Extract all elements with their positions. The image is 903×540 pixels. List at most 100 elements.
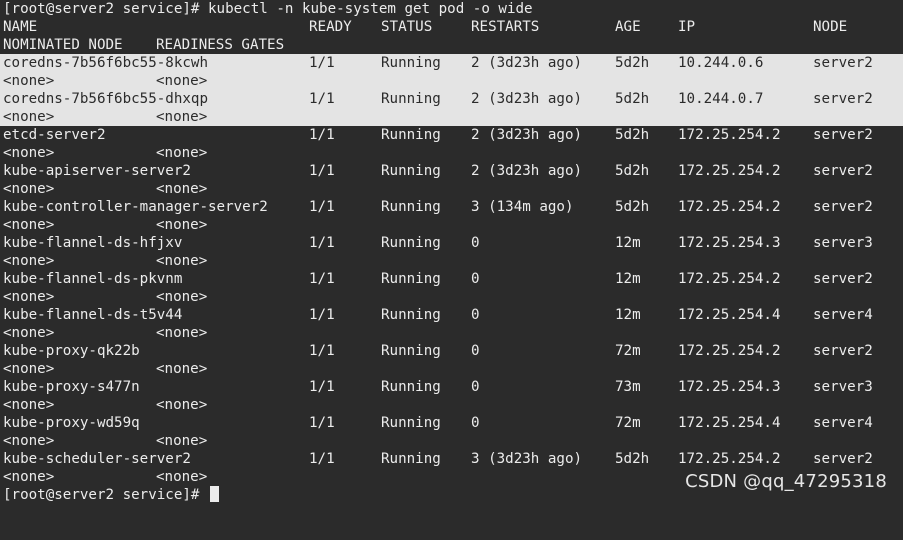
pod-readiness-gates: <none> <box>156 289 208 305</box>
pod-ip: 172.25.254.4 <box>678 415 781 431</box>
table-row-continuation: <none> <none> <box>0 432 903 450</box>
table-row-continuation: <none> <none> <box>0 108 903 126</box>
pod-node: server4 <box>813 307 873 323</box>
pod-ip: 172.25.254.2 <box>678 271 781 287</box>
pod-ready: 1/1 <box>309 127 335 143</box>
pod-ip: 172.25.254.2 <box>678 163 781 179</box>
pod-node: server2 <box>813 55 873 71</box>
table-row: kube-proxy-wd59q 1/1 Running 0 72m 172.25.254… <box>0 414 903 432</box>
pod-name: kube-controller-manager-server2 <box>3 199 268 215</box>
header-ready: READY <box>309 19 352 35</box>
pod-ready: 1/1 <box>309 343 335 359</box>
table-row-continuation: <none> <none> <box>0 252 903 270</box>
pod-name: kube-flannel-ds-hfjxv <box>3 235 183 251</box>
terminal-window[interactable]: [root@server2 service]# kubectl -n kube-… <box>0 0 903 503</box>
pod-status: Running <box>381 235 441 251</box>
pod-nominated-node: <none> <box>3 433 55 449</box>
pod-node: server2 <box>813 163 873 179</box>
pod-ready: 1/1 <box>309 451 335 467</box>
pod-readiness-gates: <none> <box>156 325 208 341</box>
pod-readiness-gates: <none> <box>156 397 208 413</box>
pod-ready: 1/1 <box>309 199 335 215</box>
pod-nominated-node: <none> <box>3 397 55 413</box>
pod-node: server4 <box>813 415 873 431</box>
shell-prompt[interactable]: [root@server2 service]# <box>3 486 220 504</box>
pod-readiness-gates: <none> <box>156 433 208 449</box>
table-row: kube-proxy-s477n 1/1 Running 0 73m 172.25.254… <box>0 378 903 396</box>
pod-node: server2 <box>813 271 873 287</box>
pod-nominated-node: <none> <box>3 109 55 125</box>
header-readiness-gates: READINESS GATES <box>156 37 285 53</box>
table-row: kube-flannel-ds-hfjxv 1/1 Running 0 12m 172.2… <box>0 234 903 252</box>
pod-nominated-node: <none> <box>3 325 55 341</box>
pod-status: Running <box>381 163 441 179</box>
pod-name: kube-scheduler-server2 <box>3 451 191 467</box>
pod-status: Running <box>381 271 441 287</box>
pod-age: 5d2h <box>615 451 650 467</box>
pod-status: Running <box>381 307 441 323</box>
pod-nominated-node: <none> <box>3 145 55 161</box>
pod-status: Running <box>381 451 441 467</box>
pod-age: 5d2h <box>615 91 650 107</box>
pod-readiness-gates: <none> <box>156 145 208 161</box>
pod-restarts: 0 <box>471 379 480 395</box>
pod-status: Running <box>381 91 441 107</box>
pod-restarts: 2 (3d23h ago) <box>471 55 583 71</box>
pod-name: kube-apiserver-server2 <box>3 163 191 179</box>
pod-status: Running <box>381 379 441 395</box>
pod-readiness-gates: <none> <box>156 109 208 125</box>
table-row-continuation: <none> <none> <box>0 360 903 378</box>
pod-node: server2 <box>813 451 873 467</box>
pod-node: server2 <box>813 127 873 143</box>
pod-ip: 172.25.254.2 <box>678 451 781 467</box>
pod-ip: 172.25.254.2 <box>678 199 781 215</box>
pod-name: coredns-7b56f6bc55-dhxqp <box>3 91 208 107</box>
pod-ready: 1/1 <box>309 91 335 107</box>
table-row-continuation: <none> <none> <box>0 216 903 234</box>
pod-ip: 172.25.254.3 <box>678 235 781 251</box>
pod-nominated-node: <none> <box>3 289 55 305</box>
pod-name: kube-flannel-ds-t5v44 <box>3 307 183 323</box>
pod-ip: 172.25.254.2 <box>678 127 781 143</box>
table-header-line-2: NOMINATED NODE READINESS GATES <box>0 36 903 54</box>
pod-name: coredns-7b56f6bc55-8kcwh <box>3 55 208 71</box>
header-node: NODE <box>813 19 848 35</box>
pod-name: kube-proxy-qk22b <box>3 343 140 359</box>
pod-ready: 1/1 <box>309 163 335 179</box>
pod-age: 12m <box>615 307 641 323</box>
pod-ip: 172.25.254.4 <box>678 307 781 323</box>
pod-ip: 10.244.0.7 <box>678 91 764 107</box>
header-status: STATUS <box>381 19 433 35</box>
pod-nominated-node: <none> <box>3 469 55 485</box>
pod-ready: 1/1 <box>309 415 335 431</box>
pod-nominated-node: <none> <box>3 217 55 233</box>
table-row: kube-apiserver-server2 1/1 Running 2 (3d23h… <box>0 162 903 180</box>
header-ip: IP <box>678 19 696 35</box>
pod-readiness-gates: <none> <box>156 217 208 233</box>
pod-status: Running <box>381 127 441 143</box>
table-row: kube-controller-manager-server2 1/1 Runnin… <box>0 198 903 216</box>
table-row-continuation: <none> <none> <box>0 180 903 198</box>
table-row-continuation: <none> <none> <box>0 72 903 90</box>
pod-status: Running <box>381 55 441 71</box>
pod-status: Running <box>381 199 441 215</box>
pod-nominated-node: <none> <box>3 181 55 197</box>
pod-age: 72m <box>615 343 641 359</box>
watermark: CSDN @qq_47295318 <box>685 471 887 492</box>
table-row: coredns-7b56f6bc55-dhxqp 1/1 Running 2 (3d2… <box>0 90 903 108</box>
pod-status: Running <box>381 343 441 359</box>
pod-ready: 1/1 <box>309 271 335 287</box>
pod-restarts: 0 <box>471 415 480 431</box>
pod-restarts: 2 (3d23h ago) <box>471 91 583 107</box>
text-cursor <box>210 486 220 502</box>
pod-node: server3 <box>813 235 873 251</box>
pod-ready: 1/1 <box>309 235 335 251</box>
table-row: etcd-server2 1/1 Running 2 (3d23h ago) 5d2h 1… <box>0 126 903 144</box>
table-row: kube-proxy-qk22b 1/1 Running 0 72m 172.25.254… <box>0 342 903 360</box>
pod-ready: 1/1 <box>309 307 335 323</box>
pod-age: 12m <box>615 271 641 287</box>
pod-name: kube-proxy-wd59q <box>3 415 140 431</box>
table-header-line-1: NAME READY STATUS RESTARTS AGE IP NODE <box>0 18 903 36</box>
pod-node: server2 <box>813 199 873 215</box>
pod-node: server3 <box>813 379 873 395</box>
